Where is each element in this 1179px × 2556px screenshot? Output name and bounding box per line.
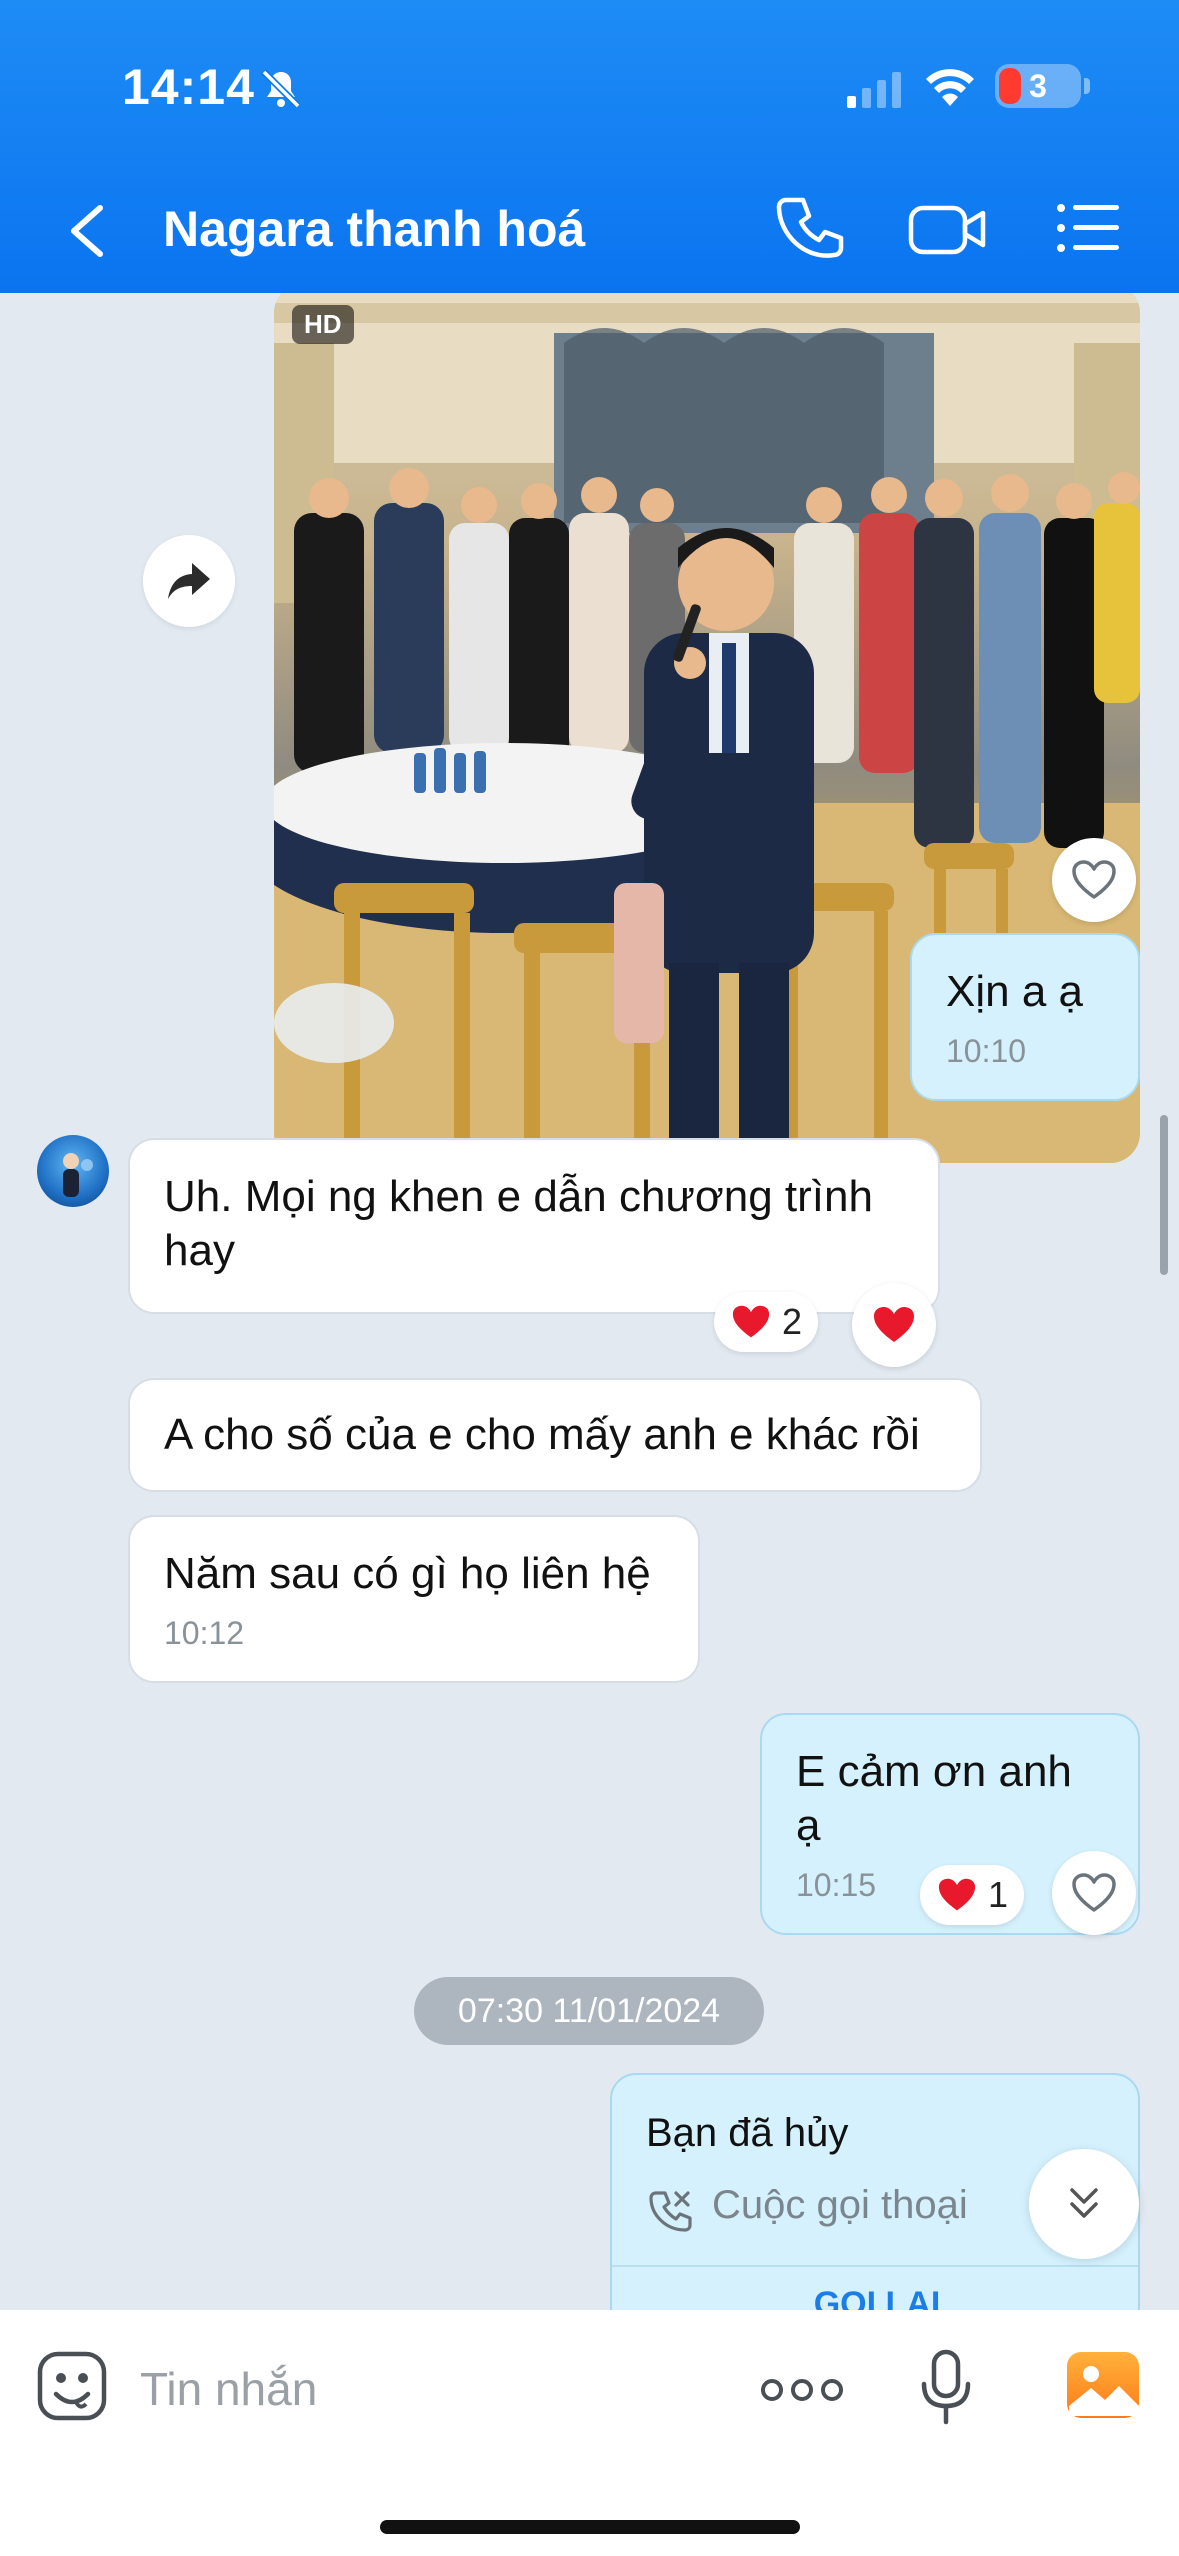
chat-header: 14:14 3 Nagara thanh hoá	[0, 0, 1179, 293]
chat-message-list[interactable]: HD Xịn a ạ 10:10 Uh. Mọi ng khen e dẫn c…	[0, 293, 1179, 2310]
scroll-to-bottom-button[interactable]	[1029, 2149, 1139, 2259]
call-status: Bạn đã hủy	[646, 2111, 849, 2155]
divider	[612, 2265, 1138, 2267]
hd-badge: HD	[292, 305, 354, 344]
wifi-icon	[926, 69, 974, 106]
phone-icon[interactable]	[775, 194, 845, 264]
heart-filled-icon	[732, 1305, 770, 1338]
react-heart-button[interactable]	[1052, 1851, 1136, 1935]
battery-percent: 3	[1029, 68, 1047, 104]
gallery-icon[interactable]	[1065, 2350, 1141, 2420]
more-options-icon[interactable]	[760, 2370, 844, 2410]
battery-indicator: 3	[995, 64, 1081, 108]
message-composer	[0, 2310, 1179, 2556]
avatar-image	[63, 1153, 93, 1197]
video-camera-icon[interactable]	[908, 198, 988, 260]
heart-outline-icon	[1072, 1873, 1116, 1912]
cellular-signal-icon	[847, 72, 901, 108]
forward-arrow-icon	[168, 563, 210, 599]
scrollbar[interactable]	[1160, 1115, 1168, 1275]
home-indicator	[380, 2520, 800, 2534]
microphone-icon[interactable]	[918, 2348, 974, 2428]
forward-button[interactable]	[143, 535, 235, 627]
reaction-count: 1	[988, 1874, 1009, 1915]
call-type: Cuộc gọi thoại	[712, 2183, 968, 2227]
heart-filled-icon	[874, 1307, 914, 1342]
battery-tip	[1084, 78, 1090, 94]
missed-call-icon	[649, 2191, 692, 2232]
message-bubble-out[interactable]: Xịn a ạ 10:10	[910, 933, 1140, 1101]
chat-title[interactable]: Nagara thanh hoá	[163, 200, 585, 258]
heart-outline-icon	[1072, 860, 1116, 899]
reaction-summary[interactable]: 2	[714, 1292, 819, 1352]
message-text: Năm sau có gì họ liên hệ	[164, 1549, 651, 1598]
heart-filled-icon	[938, 1878, 976, 1911]
react-heart-button[interactable]	[1052, 838, 1136, 922]
date-separator: 07:30 11/01/2024	[414, 1977, 764, 2045]
react-heart-button[interactable]	[852, 1283, 936, 1367]
message-bubble-in[interactable]: Uh. Mọi ng khen e dẫn chương trình hay	[128, 1138, 940, 1314]
reaction-summary[interactable]: 1	[920, 1865, 1025, 1925]
call-back-button[interactable]: GỌI LẠI	[612, 2285, 1138, 2310]
status-time: 14:14	[122, 59, 255, 115]
message-text: Uh. Mọi ng khen e dẫn chương trình hay	[164, 1172, 873, 1275]
message-text: Xịn a ạ	[946, 967, 1083, 1016]
message-time: 10:10	[946, 1033, 1027, 1069]
list-menu-icon[interactable]	[1055, 200, 1121, 256]
message-input[interactable]	[140, 2354, 700, 2424]
back-chevron-icon[interactable]	[56, 196, 116, 266]
bell-off-icon	[261, 69, 301, 109]
double-chevron-down-icon	[1070, 2188, 1098, 2218]
message-text: A cho số của e cho mấy anh e khác rồi	[164, 1410, 920, 1459]
message-text: E cảm ơn anh ạ	[796, 1747, 1072, 1850]
avatar[interactable]	[37, 1135, 109, 1207]
message-time: 10:12	[164, 1615, 245, 1651]
message-bubble-in[interactable]: Năm sau có gì họ liên hệ 10:12	[128, 1515, 700, 1683]
sticker-icon[interactable]	[36, 2350, 108, 2422]
message-bubble-in[interactable]: A cho số của e cho mấy anh e khác rồi	[128, 1378, 982, 1492]
reaction-count: 2	[782, 1301, 803, 1342]
